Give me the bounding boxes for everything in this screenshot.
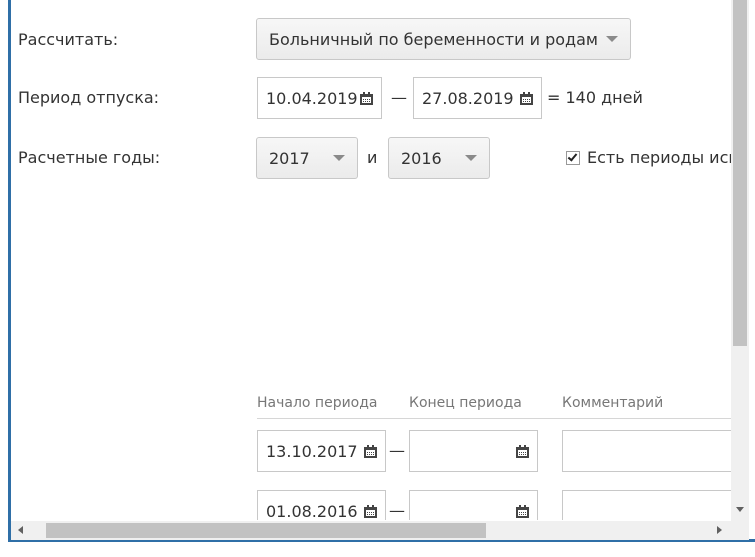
- arrow-right-icon[interactable]: [712, 523, 726, 538]
- exclusion-comment-field[interactable]: [562, 430, 731, 472]
- exclusion-end-field[interactable]: [409, 430, 538, 472]
- period-separator: —: [391, 88, 407, 107]
- calendar-icon[interactable]: [516, 444, 529, 458]
- calculate-label: Рассчитать:: [18, 30, 119, 49]
- calendar-icon[interactable]: [364, 504, 377, 518]
- period-label: Период отпуска:: [18, 88, 160, 107]
- years-conjunction: и: [367, 148, 378, 167]
- chevron-down-icon: [465, 155, 477, 161]
- exclusion-end-field[interactable]: [409, 490, 538, 520]
- arrow-left-icon[interactable]: [14, 523, 28, 538]
- table-header-divider: [257, 418, 731, 419]
- arrow-down-icon[interactable]: [734, 504, 746, 516]
- column-header-comment: Комментарий: [562, 395, 664, 411]
- chevron-down-icon: [606, 36, 618, 42]
- vertical-scroll-thumb[interactable]: [733, 0, 747, 346]
- calendar-icon[interactable]: [360, 91, 373, 105]
- exclusion-start-field[interactable]: 01.08.2016: [257, 490, 386, 520]
- exclusion-separator: —: [389, 501, 405, 520]
- period-days-result: = 140 дней: [547, 88, 643, 107]
- scrollbar-corner: [731, 521, 749, 540]
- exclusion-start-value: 13.10.2017: [266, 441, 358, 461]
- exclusion-start-value: 01.08.2016: [266, 501, 358, 521]
- year2-value: 2016: [401, 148, 442, 168]
- period-end-field[interactable]: 27.08.2019: [413, 77, 542, 119]
- exclusion-periods-label: Есть периоды иск: [587, 148, 731, 167]
- year1-value: 2017: [269, 148, 310, 168]
- check-icon: [567, 151, 578, 162]
- exclusion-start-field[interactable]: 13.10.2017: [257, 430, 386, 472]
- exclusion-comment-field[interactable]: [562, 490, 731, 520]
- horizontal-scroll-thumb[interactable]: [46, 523, 486, 538]
- calendar-icon[interactable]: [364, 444, 377, 458]
- calendar-icon[interactable]: [516, 504, 529, 518]
- column-header-start: Начало периода: [257, 395, 378, 411]
- form-content: Рассчитать: Больничный по беременности и…: [11, 0, 731, 520]
- period-end-value: 27.08.2019: [422, 88, 514, 108]
- calculate-type-value: Больничный по беременности и родам: [269, 29, 598, 49]
- exclusion-separator: —: [389, 441, 405, 460]
- calendar-icon[interactable]: [520, 91, 533, 105]
- year1-select[interactable]: 2017: [256, 137, 358, 179]
- column-header-end: Конец периода: [409, 395, 522, 411]
- period-start-value: 10.04.2019: [266, 88, 358, 108]
- chevron-down-icon: [333, 155, 345, 161]
- calculate-type-select[interactable]: Больничный по беременности и родам: [256, 18, 631, 60]
- year2-select[interactable]: 2016: [388, 137, 490, 179]
- period-start-field[interactable]: 10.04.2019: [257, 77, 382, 119]
- exclusion-periods-checkbox[interactable]: [566, 151, 580, 165]
- years-label: Расчетные годы:: [18, 148, 161, 167]
